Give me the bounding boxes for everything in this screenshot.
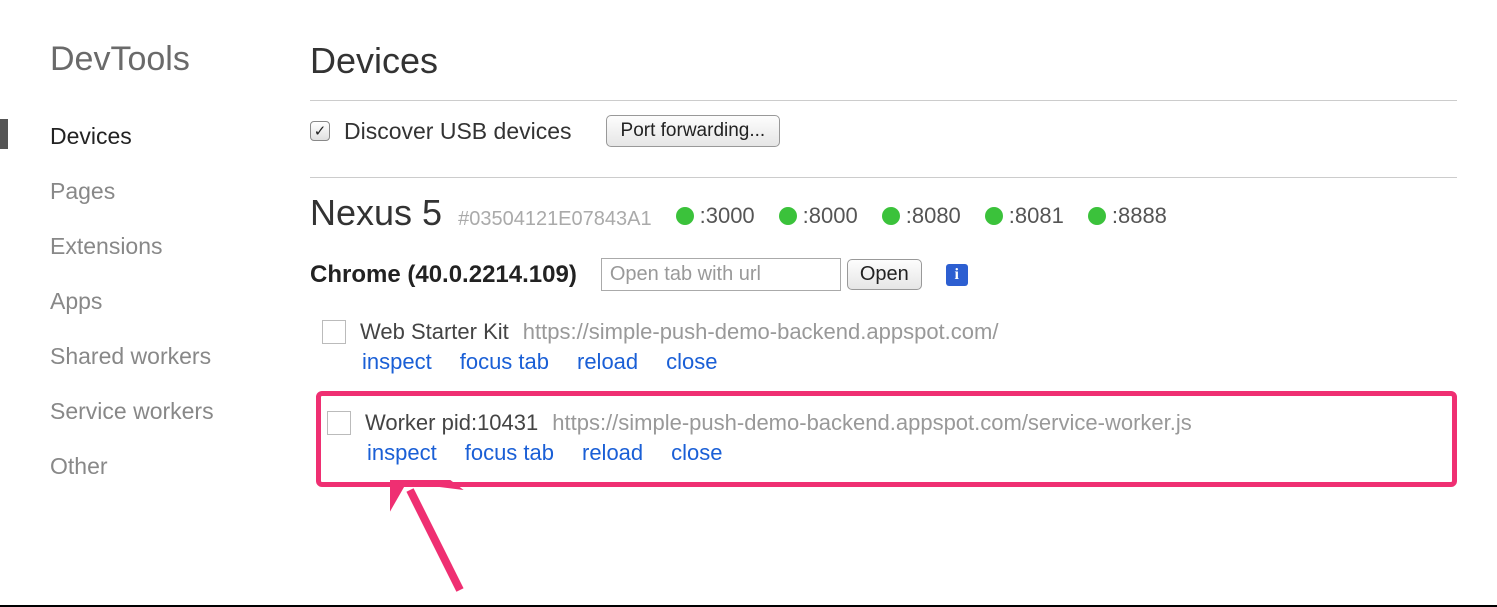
browser-row: Chrome (40.0.2214.109) Open i (310, 258, 1457, 291)
sidebar-item-apps[interactable]: Apps (50, 274, 280, 329)
app-title: DevTools (50, 40, 280, 79)
sidebar-item-label: Pages (50, 178, 115, 204)
target-row: Web Starter Kit https://simple-push-demo… (316, 311, 1457, 385)
status-dot-icon (985, 207, 1003, 225)
discover-row: ✓ Discover USB devices Port forwarding..… (310, 115, 1457, 147)
port-label: :8888 (1112, 203, 1167, 229)
target-url: https://simple-push-demo-backend.appspot… (552, 410, 1192, 436)
sidebar-item-label: Shared workers (50, 343, 211, 369)
reload-link[interactable]: reload (577, 349, 638, 375)
status-dot-icon (676, 207, 694, 225)
device-name: Nexus 5 (310, 192, 442, 234)
status-dot-icon (882, 207, 900, 225)
port-label: :8000 (803, 203, 858, 229)
browser-label: Chrome (40.0.2214.109) (310, 261, 577, 289)
target-url: https://simple-push-demo-backend.appspot… (523, 319, 999, 345)
focus-tab-link[interactable]: focus tab (465, 440, 554, 466)
sidebar-item-extensions[interactable]: Extensions (50, 219, 280, 274)
sidebar-item-label: Extensions (50, 233, 163, 259)
favicon-placeholder-icon (322, 320, 346, 344)
target-list: Web Starter Kit https://simple-push-demo… (310, 311, 1457, 487)
sidebar: DevTools Devices Pages Extensions Apps S… (0, 0, 280, 605)
sidebar-item-label: Apps (50, 288, 102, 314)
status-dot-icon (779, 207, 797, 225)
inspect-link[interactable]: inspect (367, 440, 437, 466)
port-item: :8080 (882, 203, 961, 229)
sidebar-item-shared-workers[interactable]: Shared workers (50, 329, 280, 384)
port-item: :3000 (676, 203, 755, 229)
sidebar-item-other[interactable]: Other (50, 439, 280, 494)
page-title: Devices (310, 40, 1457, 82)
port-item: :8888 (1088, 203, 1167, 229)
favicon-placeholder-icon (327, 411, 351, 435)
target-row-highlighted: Worker pid:10431 https://simple-push-dem… (316, 391, 1457, 487)
port-label: :3000 (700, 203, 755, 229)
sidebar-item-devices[interactable]: Devices (50, 109, 280, 164)
sidebar-item-label: Other (50, 453, 108, 479)
target-title: Web Starter Kit (360, 319, 509, 345)
discover-checkbox[interactable]: ✓ (310, 121, 330, 141)
divider (310, 100, 1457, 101)
open-tab-url-input[interactable] (601, 258, 841, 291)
status-dot-icon (1088, 207, 1106, 225)
port-item: :8000 (779, 203, 858, 229)
close-link[interactable]: close (671, 440, 722, 466)
info-icon[interactable]: i (946, 264, 968, 286)
divider (310, 177, 1457, 178)
active-marker (0, 119, 8, 149)
sidebar-item-label: Service workers (50, 398, 214, 424)
sidebar-item-label: Devices (50, 123, 132, 149)
discover-label: Discover USB devices (344, 118, 572, 145)
inspect-link[interactable]: inspect (362, 349, 432, 375)
device-id: #03504121E07843A1 (458, 208, 652, 231)
target-title: Worker pid:10431 (365, 410, 538, 436)
sidebar-item-service-workers[interactable]: Service workers (50, 384, 280, 439)
port-item: :8081 (985, 203, 1064, 229)
main-content: Devices ✓ Discover USB devices Port forw… (280, 0, 1497, 605)
sidebar-item-pages[interactable]: Pages (50, 164, 280, 219)
reload-link[interactable]: reload (582, 440, 643, 466)
open-button[interactable]: Open (847, 259, 922, 290)
focus-tab-link[interactable]: focus tab (460, 349, 549, 375)
port-label: :8081 (1009, 203, 1064, 229)
close-link[interactable]: close (666, 349, 717, 375)
port-label: :8080 (906, 203, 961, 229)
port-forwarding-button[interactable]: Port forwarding... (606, 115, 781, 147)
device-header: Nexus 5 #03504121E07843A1 :3000 :8000 :8… (310, 192, 1457, 234)
